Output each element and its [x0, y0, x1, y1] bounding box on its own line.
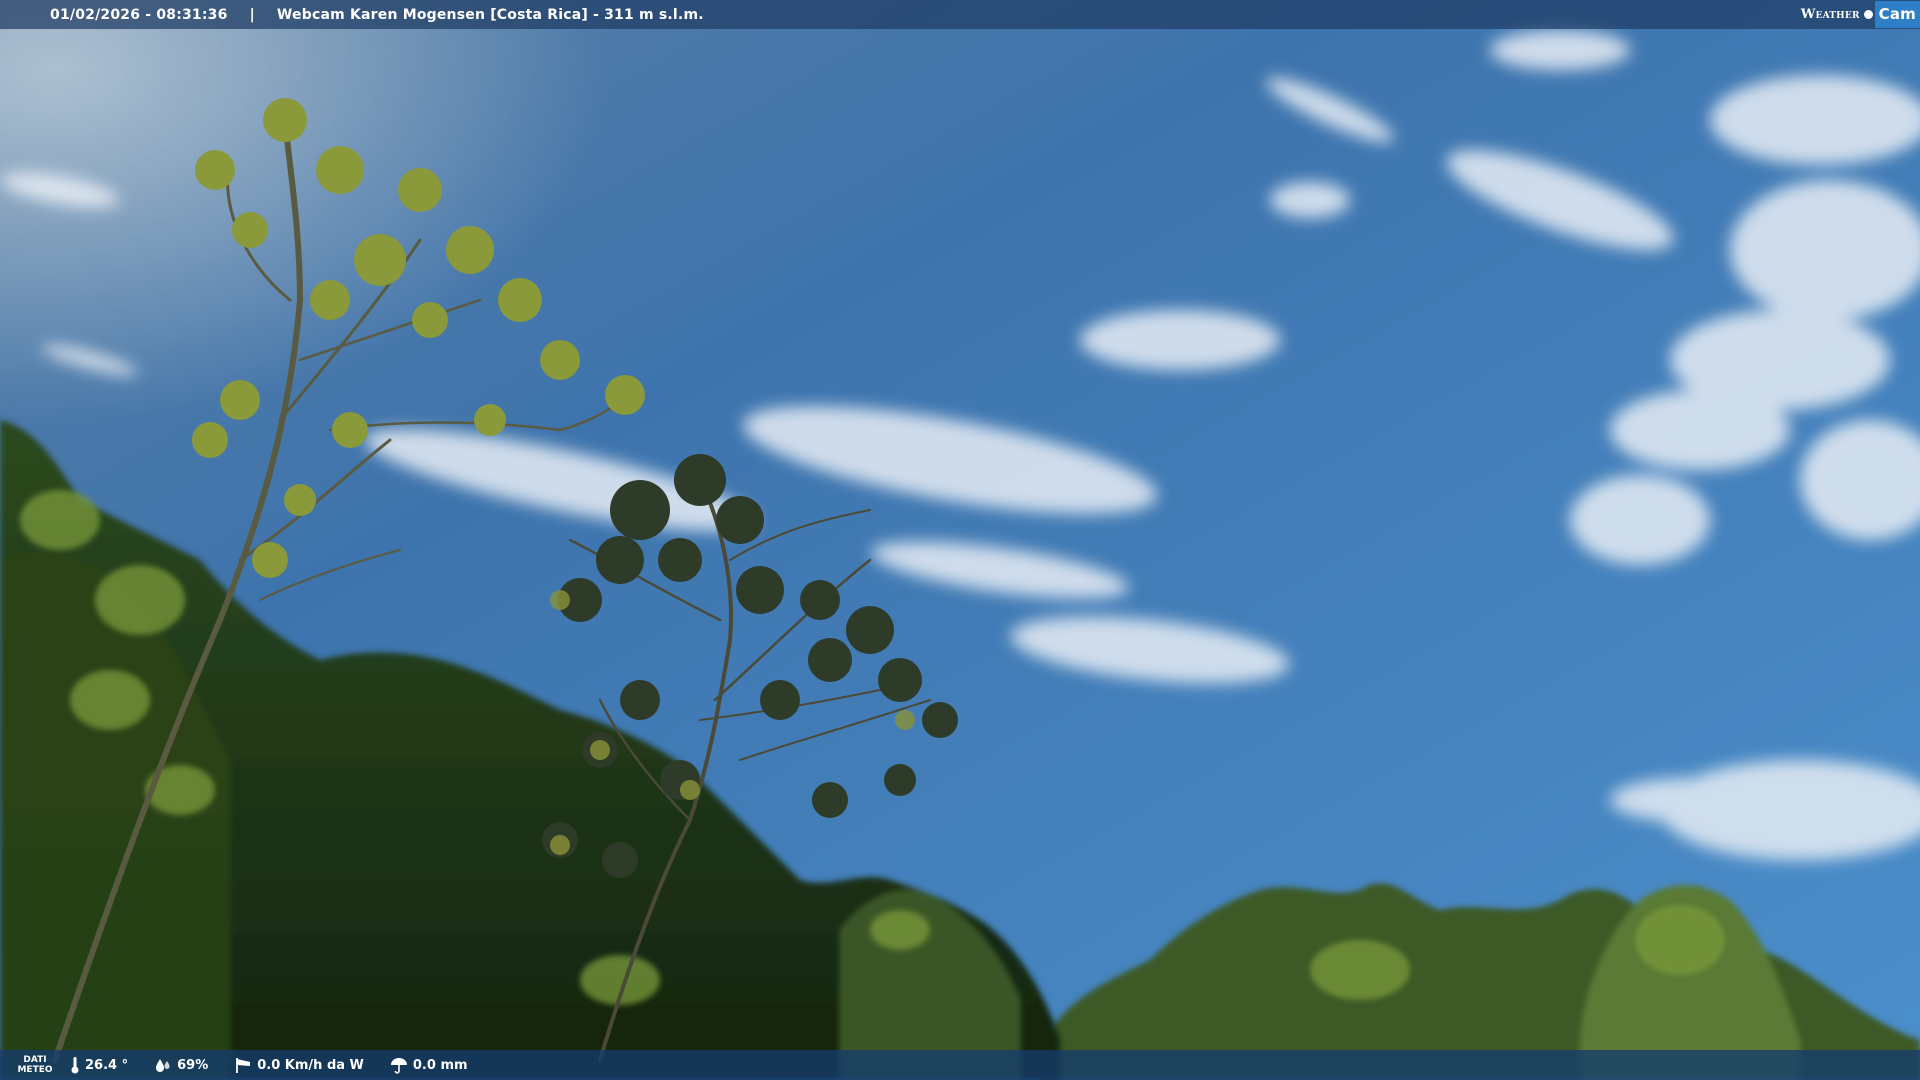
- dati-line2: METEO: [17, 1065, 53, 1075]
- humidity-readout: 69%: [154, 1057, 208, 1073]
- drop-icon: [156, 1059, 170, 1072]
- header-separator: |: [249, 6, 255, 23]
- rain-value: 0.0 mm: [412, 1057, 468, 1073]
- brand-word: Weather: [1800, 7, 1860, 22]
- webcam-title: Webcam Karen Mogensen [Costa Rica] - 311…: [276, 6, 704, 23]
- webcam-frame: 01/02/2026 - 08:31:36 | Webcam Karen Mog…: [0, 0, 1920, 1080]
- rain-readout: 0.0 mm: [390, 1056, 468, 1074]
- webcam-header-bar: 01/02/2026 - 08:31:36 | Webcam Karen Mog…: [0, 0, 1920, 29]
- dati-meteo-label: DATI METEO: [0, 1055, 70, 1075]
- wind-value: 0.0 Km/h da W: [257, 1057, 364, 1073]
- umbrella-icon: [390, 1058, 407, 1074]
- weather-data-bar: DATI METEO 26.4 ° 69% 0.0 Km/h da W 0.0 …: [0, 1050, 1920, 1080]
- brand-box: Cam: [1874, 1, 1920, 28]
- webcam-image: [0, 0, 1920, 1080]
- brand-logo: Weather Cam: [1801, 0, 1920, 29]
- humidity-value: 69%: [177, 1057, 209, 1073]
- temperature-readout: 26.4 °: [70, 1056, 128, 1074]
- temperature-value: 26.4 °: [85, 1057, 129, 1073]
- timestamp: 01/02/2026 - 08:31:36: [50, 6, 228, 23]
- wind-readout: 0.0 Km/h da W: [234, 1056, 364, 1074]
- dati-line1: DATI: [23, 1055, 47, 1065]
- thermometer-icon: [71, 1057, 79, 1074]
- sun-dot-icon: [1863, 10, 1873, 19]
- windsock-icon: [236, 1058, 251, 1073]
